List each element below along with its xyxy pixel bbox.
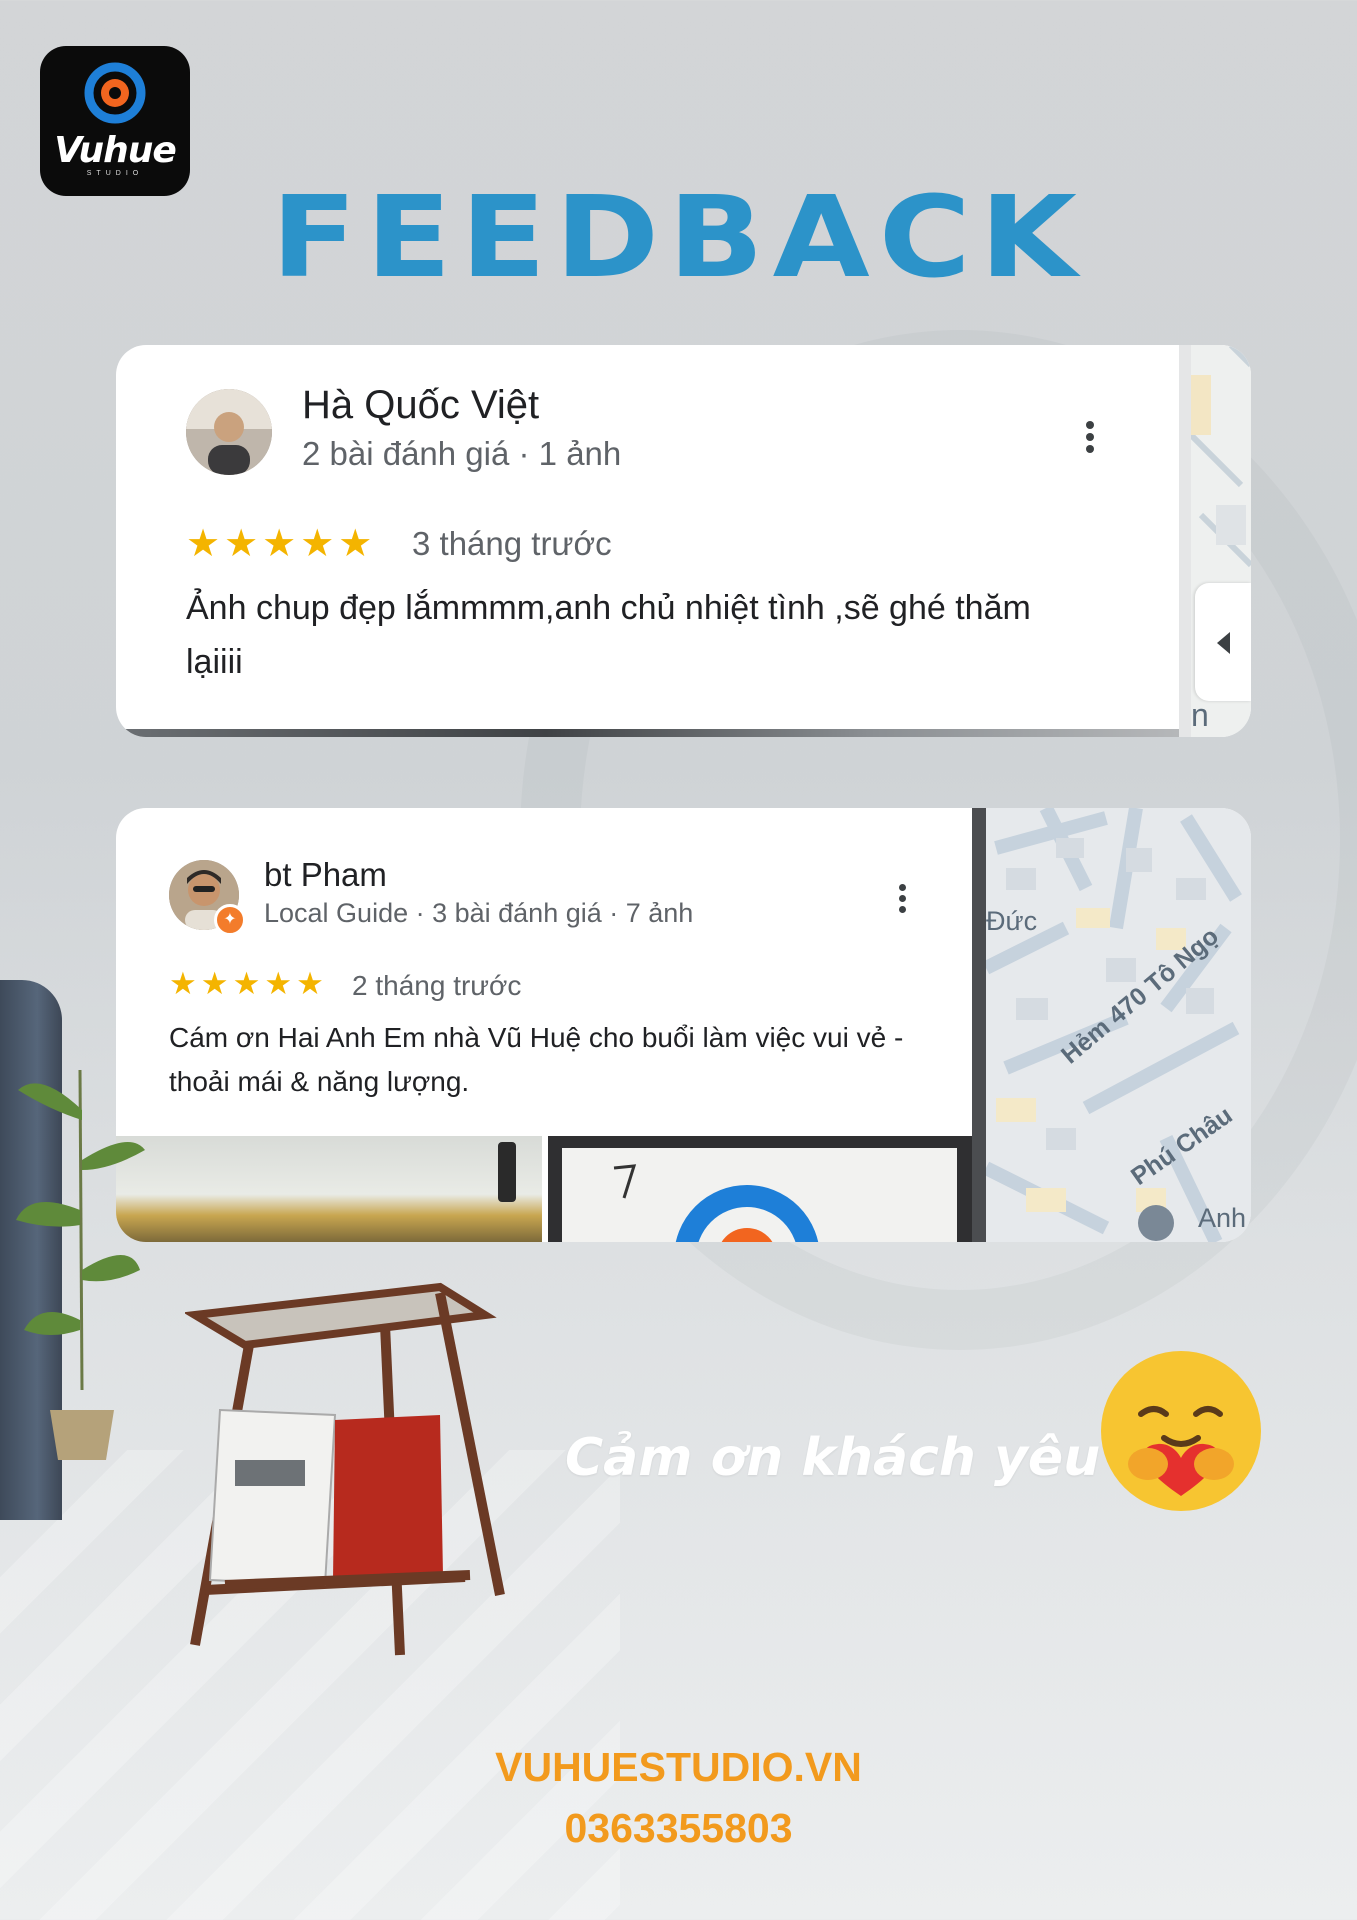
logo-text: Vuhue bbox=[54, 130, 177, 171]
logo-subtext: STUDIO bbox=[86, 170, 144, 177]
more-vert-icon[interactable] bbox=[899, 884, 906, 917]
brand-logo: Vuhue STUDIO bbox=[40, 46, 190, 196]
hug-emoji-icon bbox=[1101, 1351, 1261, 1511]
review-photo bbox=[548, 1136, 973, 1242]
review-text: Ảnh chup đẹp lắmmmm,anh chủ nhiệt tình ,… bbox=[186, 589, 1031, 681]
page-title: FEEDBACK bbox=[271, 173, 1086, 303]
map-label: n Ha bbox=[1191, 697, 1232, 737]
reviewer-meta: Local Guide · 3 bài đánh giá · 7 ảnh bbox=[264, 898, 694, 928]
plant-icon bbox=[16, 1069, 145, 1460]
reviewer-meta: 2 bài đánh giá · 1 ảnh bbox=[302, 435, 622, 472]
review-card: ✦ bt Pham Local Guide · 3 bài đánh giá ·… bbox=[116, 808, 1251, 1242]
review-time: 3 tháng trước bbox=[412, 525, 612, 562]
review-photo bbox=[116, 1136, 542, 1242]
reviewer-name: bt Pham bbox=[264, 856, 387, 893]
chevron-left-icon bbox=[1217, 632, 1230, 654]
star-rating: ★★★★★ bbox=[186, 523, 377, 565]
more-vert-icon[interactable] bbox=[1086, 421, 1094, 457]
local-guide-badge-icon: ✦ bbox=[214, 904, 246, 936]
map-label: Đức bbox=[986, 906, 1038, 936]
review-time: 2 tháng trước bbox=[352, 970, 522, 1001]
avatar bbox=[186, 389, 272, 475]
reviewer-name: Hà Quốc Việt bbox=[302, 383, 540, 427]
magazine-table bbox=[185, 1282, 505, 1656]
star-rating: ★★★★★ bbox=[169, 966, 328, 1001]
review-photo-strip bbox=[116, 729, 1191, 737]
review-card: Hà Quốc Việt 2 bài đánh giá · 1 ảnh ★★★★… bbox=[116, 345, 1251, 737]
review-text: Cám ơn Hai Anh Em nhà Vũ Huệ cho buổi là… bbox=[169, 1022, 904, 1097]
phone-number[interactable]: 0363355803 bbox=[0, 1805, 1357, 1852]
map-panel: Đức Hẻm 470 Tô Ngọ Phú Châu Anh bbox=[972, 808, 1251, 1242]
thank-you-text: Cảm ơn khách yêu ạ bbox=[565, 1428, 1154, 1488]
map-label: Anh bbox=[1198, 1203, 1247, 1233]
collapse-panel-button[interactable] bbox=[1195, 583, 1251, 701]
logo-ring-icon bbox=[84, 62, 146, 124]
website-link[interactable]: VUHUESTUDIO.VN bbox=[0, 1744, 1357, 1791]
